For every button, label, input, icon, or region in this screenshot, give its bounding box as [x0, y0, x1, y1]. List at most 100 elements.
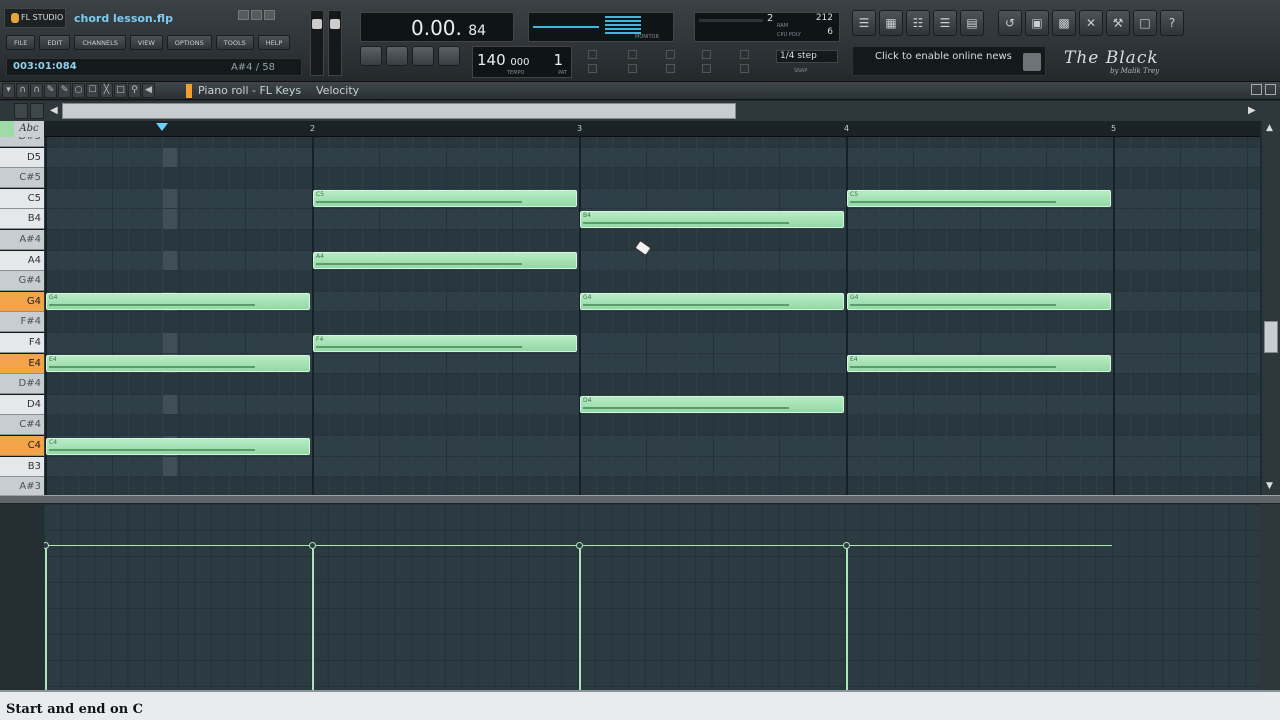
note-a4[interactable]: A4	[313, 252, 577, 270]
velocity-bar[interactable]	[312, 546, 314, 690]
toggle-icon[interactable]	[740, 64, 749, 73]
note-b4[interactable]: B4	[580, 210, 844, 228]
velocity-editor[interactable]	[44, 504, 1260, 690]
velocity-bar[interactable]	[579, 546, 581, 690]
save-icon[interactable]: ▣	[1025, 10, 1049, 36]
zoom-out-button[interactable]	[14, 103, 28, 119]
toggle-icon[interactable]	[666, 50, 675, 59]
magnet-icon[interactable]: ∩	[16, 83, 29, 98]
scroll-up-icon[interactable]: ▲	[1266, 123, 1273, 133]
note-f4[interactable]: F4	[313, 334, 577, 352]
velocity-handle[interactable]	[309, 542, 316, 549]
piano-key-c5[interactable]: C5	[0, 188, 44, 209]
playlist-icon[interactable]: ☰	[852, 10, 876, 36]
piano-key-e4[interactable]: E4	[0, 353, 44, 374]
piano-key-b3[interactable]: B3	[0, 456, 44, 477]
pattern-number[interactable]: 1	[553, 51, 563, 69]
piano-key-as4[interactable]: A#4	[0, 230, 44, 250]
note-c5[interactable]: C5	[847, 190, 1111, 208]
toggle-icon[interactable]	[588, 50, 597, 59]
piano-key-c4[interactable]: C4	[0, 436, 44, 456]
menu-arrow-icon[interactable]: ▾	[2, 83, 15, 98]
piano-key-d4[interactable]: D4	[0, 394, 44, 415]
note-c4[interactable]: C4	[46, 437, 310, 455]
tools-icon[interactable]: ⚒	[1106, 10, 1130, 36]
select-icon[interactable]: □	[114, 83, 127, 98]
menu-options[interactable]: OPTIONS	[166, 35, 212, 50]
piano-key-g4[interactable]: G4	[0, 291, 44, 312]
note-g4[interactable]: G4	[580, 293, 844, 311]
toggle-icon[interactable]	[702, 64, 711, 73]
snap-icon[interactable]: ∩	[30, 83, 43, 98]
scroll-down-icon[interactable]: ▼	[1266, 481, 1273, 491]
menu-help[interactable]: HELP	[257, 35, 291, 50]
piano-roll-icon[interactable]: ☷	[906, 10, 930, 36]
record-button[interactable]	[438, 46, 460, 66]
fl-studio-logo[interactable]: FL STUDIO	[4, 8, 66, 28]
paint-icon[interactable]: ✎	[58, 83, 71, 98]
toggle-icon[interactable]	[628, 64, 637, 73]
event-parameter-selector[interactable]: Velocity	[316, 84, 359, 97]
panel-splitter[interactable]	[0, 495, 1280, 504]
menu-view[interactable]: VIEW	[129, 35, 163, 50]
minimize-icon[interactable]	[238, 10, 249, 20]
maximize-icon[interactable]	[251, 10, 262, 20]
piano-key-b4[interactable]: B4	[0, 209, 44, 230]
slice-icon[interactable]: ╳	[100, 83, 113, 98]
vertical-scroll-thumb[interactable]	[1264, 321, 1278, 353]
vertical-scrollbar[interactable]: ▲ ▼	[1262, 121, 1280, 495]
browser-icon[interactable]: ☰	[933, 10, 957, 36]
speaker-icon[interactable]: ◀	[142, 83, 155, 98]
note-g4[interactable]: G4	[847, 293, 1111, 311]
velocity-handle[interactable]	[843, 542, 850, 549]
close-icon[interactable]	[264, 10, 275, 20]
piano-key-fs4[interactable]: F#4	[0, 312, 44, 333]
undo-icon[interactable]: ↺	[998, 10, 1022, 36]
master-volume-slider[interactable]	[310, 10, 324, 76]
piano-key-ds5[interactable]: D#5	[0, 137, 44, 147]
piano-key-as3[interactable]: A#3	[0, 477, 44, 495]
cut-icon[interactable]: ✕	[1079, 10, 1103, 36]
note-e4[interactable]: E4	[847, 355, 1111, 373]
zoom-in-button[interactable]	[30, 103, 44, 119]
toggle-icon[interactable]	[702, 50, 711, 59]
horizontal-scroll-thumb[interactable]	[62, 103, 736, 119]
piano-roll-title[interactable]: Piano roll - FL Keys	[198, 84, 301, 97]
velocity-bar[interactable]	[846, 546, 848, 690]
close-icon[interactable]	[1265, 84, 1276, 95]
render-icon[interactable]: ▩	[1052, 10, 1076, 36]
play-button[interactable]	[386, 46, 408, 66]
menu-edit[interactable]: EDIT	[39, 35, 71, 50]
news-toggle-button[interactable]	[1023, 53, 1041, 71]
time-display[interactable]: 0.00. 84	[360, 12, 514, 42]
menu-tools[interactable]: TOOLS	[215, 35, 254, 50]
velocity-handle[interactable]	[576, 542, 583, 549]
timeline-ruler[interactable]: 2 3 4 5	[44, 121, 1260, 137]
piano-key-d5[interactable]: D5	[0, 147, 44, 168]
menu-file[interactable]: FILE	[6, 35, 36, 50]
note-grid[interactable]: G4 E4 C4 C5 A4 F4 B4 G4 D4 C5 G4 E4	[44, 137, 1260, 495]
delete-icon[interactable]: ○	[72, 83, 85, 98]
piano-key-a4[interactable]: A4	[0, 250, 44, 271]
scroll-right-icon[interactable]: ▶	[1248, 105, 1256, 116]
tempo-display[interactable]: 140 000 1 TEMPO PAT	[472, 46, 572, 78]
piano-key-ds4[interactable]: D#4	[0, 374, 44, 395]
mixer-icon[interactable]: ▤	[960, 10, 984, 36]
note-e4[interactable]: E4	[46, 355, 310, 373]
song-mode-button[interactable]	[360, 46, 382, 66]
horizontal-scrollbar[interactable]: ◀ ▶	[0, 101, 1280, 121]
piano-key-f4[interactable]: F4	[0, 333, 44, 353]
mute-icon[interactable]: ☐	[86, 83, 99, 98]
toggle-icon[interactable]	[588, 64, 597, 73]
note-c5[interactable]: C5	[313, 190, 577, 208]
note-labels-toggle[interactable]: Abc	[14, 121, 44, 137]
velocity-handle[interactable]	[44, 542, 49, 549]
piano-key-gs4[interactable]: G#4	[0, 271, 44, 292]
playhead-marker[interactable]	[156, 123, 168, 131]
snap-selector[interactable]: 1/4 step SNAP	[772, 48, 838, 76]
step-sequencer-icon[interactable]: ▦	[879, 10, 903, 36]
note-d4[interactable]: D4	[580, 396, 844, 414]
scroll-left-icon[interactable]: ◀	[50, 105, 58, 116]
note-g4[interactable]: G4	[46, 293, 310, 311]
master-pitch-slider[interactable]	[328, 10, 342, 76]
